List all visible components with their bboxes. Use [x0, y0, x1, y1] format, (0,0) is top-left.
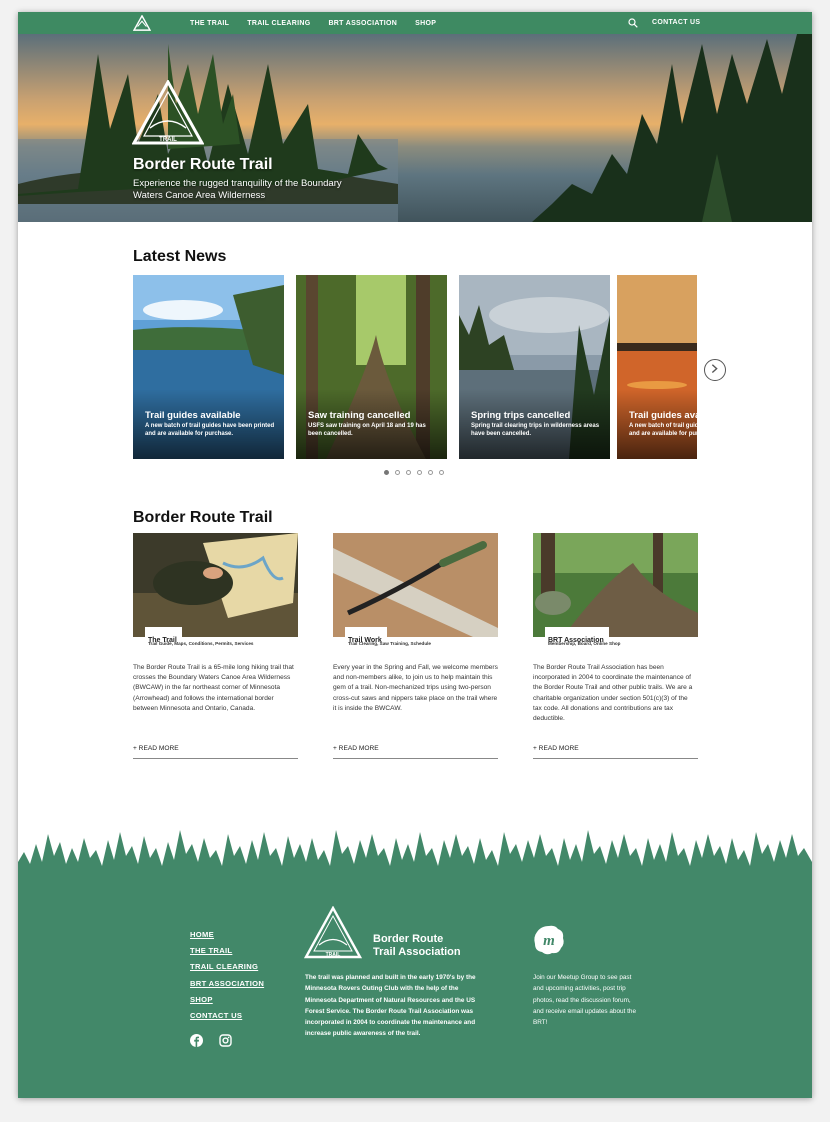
brt-section-heading: Border Route Trail: [133, 509, 273, 526]
carousel-dot[interactable]: [417, 470, 422, 475]
page: THE TRAIL TRAIL CLEARING BRT ASSOCIATION…: [18, 12, 812, 1098]
news-title: Trail guides available: [145, 410, 241, 421]
svg-text:TRAIL: TRAIL: [159, 137, 177, 143]
nav-shop[interactable]: SHOP: [415, 20, 436, 27]
card-body: Every year in the Spring and Fall, we we…: [333, 664, 498, 712]
carousel-dots: [384, 470, 444, 475]
brt-logo-icon[interactable]: [133, 15, 151, 31]
hero-pine-image: [532, 34, 812, 222]
footer-about-text: The trail was planned and built in the e…: [305, 974, 476, 1038]
footer-link-home[interactable]: HOME: [190, 930, 264, 939]
read-more-link[interactable]: + READ MORE: [533, 745, 698, 759]
card-image[interactable]: [533, 533, 698, 637]
news-title: Saw training cancelled: [308, 410, 411, 421]
carousel-dot[interactable]: [395, 470, 400, 475]
card-body: The Border Route Trail Association has b…: [533, 664, 693, 723]
brt-footer-logo: TRAIL: [304, 906, 362, 959]
brt-card-the-trail: The Trail Trail Guide, Maps, Conditions,…: [133, 533, 298, 759]
news-card[interactable]: Spring trips cancelled Spring trail clea…: [459, 275, 610, 459]
footer-links: HOME THE TRAIL TRAIL CLEARING BRT ASSOCI…: [190, 930, 264, 1027]
hero-title: Border Route Trail: [133, 156, 273, 173]
hero-banner: TRAIL Border Route Trail Experience the …: [18, 34, 812, 222]
svg-text:TRAIL: TRAIL: [326, 952, 341, 958]
instagram-icon[interactable]: [219, 1034, 232, 1047]
nav-the-trail[interactable]: THE TRAIL: [190, 20, 229, 27]
chevron-right-icon: [711, 364, 718, 374]
social-links: [190, 1034, 232, 1047]
top-nav: THE TRAIL TRAIL CLEARING BRT ASSOCIATION…: [18, 12, 812, 34]
footer-link-shop[interactable]: SHOP: [190, 995, 264, 1004]
read-more-link[interactable]: + READ MORE: [333, 745, 498, 759]
meetup-text: Join our Meetup Group to see past and up…: [533, 974, 637, 1027]
card-sublabel: Trail Clearing, Saw Training, Schedule: [348, 641, 431, 646]
svg-text:m: m: [543, 933, 555, 949]
carousel-dot[interactable]: [406, 470, 411, 475]
news-desc: USFS saw training on April 18 and 19 has…: [308, 423, 426, 437]
nav-contact-us[interactable]: CONTACT US: [652, 12, 700, 34]
nav-brt-association[interactable]: BRT ASSOCIATION: [328, 20, 397, 27]
news-desc: A new batch of trail guides have been pr…: [145, 423, 275, 437]
carousel-dot[interactable]: [428, 470, 433, 475]
card-body: The Border Route Trail is a 65-mile long…: [133, 664, 294, 712]
footer-link-trail-clearing[interactable]: TRAIL CLEARING: [190, 962, 264, 971]
footer-link-the-trail[interactable]: THE TRAIL: [190, 946, 264, 955]
card-image[interactable]: [333, 533, 498, 637]
brt-card-trail-work: Trail Work Trail Clearing, Saw Training,…: [333, 533, 498, 759]
footer-link-contact-us[interactable]: CONTACT US: [190, 1011, 264, 1020]
facebook-icon[interactable]: [190, 1034, 203, 1047]
news-card[interactable]: Trail guides available A new batch of tr…: [617, 275, 697, 459]
news-carousel: Trail guides available A new batch of tr…: [133, 275, 697, 459]
footer-org-name: Border Route Trail Association: [373, 933, 461, 958]
meetup-icon[interactable]: m: [533, 924, 565, 956]
search-icon[interactable]: [628, 18, 638, 28]
footer-link-brt-association[interactable]: BRT ASSOCIATION: [190, 979, 264, 988]
card-sublabel: Membership, Board, Online Shop: [548, 641, 621, 646]
card-sublabel: Trail Guide, Maps, Conditions, Permits, …: [148, 641, 254, 646]
news-desc: Spring trail clearing trips in wildernes…: [471, 423, 600, 437]
carousel-dot[interactable]: [439, 470, 444, 475]
carousel-next-button[interactable]: [704, 359, 726, 381]
nav-trail-clearing[interactable]: TRAIL CLEARING: [247, 20, 310, 27]
news-card[interactable]: Saw training cancelled USFS saw training…: [296, 275, 447, 459]
brt-badge-logo: TRAIL: [132, 80, 204, 145]
carousel-dot[interactable]: [384, 470, 389, 475]
news-desc: A new batch of trail guides have been pr…: [629, 423, 697, 437]
read-more-link[interactable]: + READ MORE: [133, 745, 298, 759]
forest-silhouette: [18, 830, 812, 894]
latest-news-heading: Latest News: [133, 248, 227, 265]
news-card[interactable]: Trail guides available A new batch of tr…: [133, 275, 284, 459]
news-title: Spring trips cancelled: [471, 410, 571, 421]
hero-subtitle: Experience the rugged tranquility of the…: [133, 178, 342, 201]
brt-card-brt-association: BRT Association Membership, Board, Onlin…: [533, 533, 698, 759]
news-title: Trail guides available: [629, 410, 697, 421]
card-image[interactable]: [133, 533, 298, 637]
